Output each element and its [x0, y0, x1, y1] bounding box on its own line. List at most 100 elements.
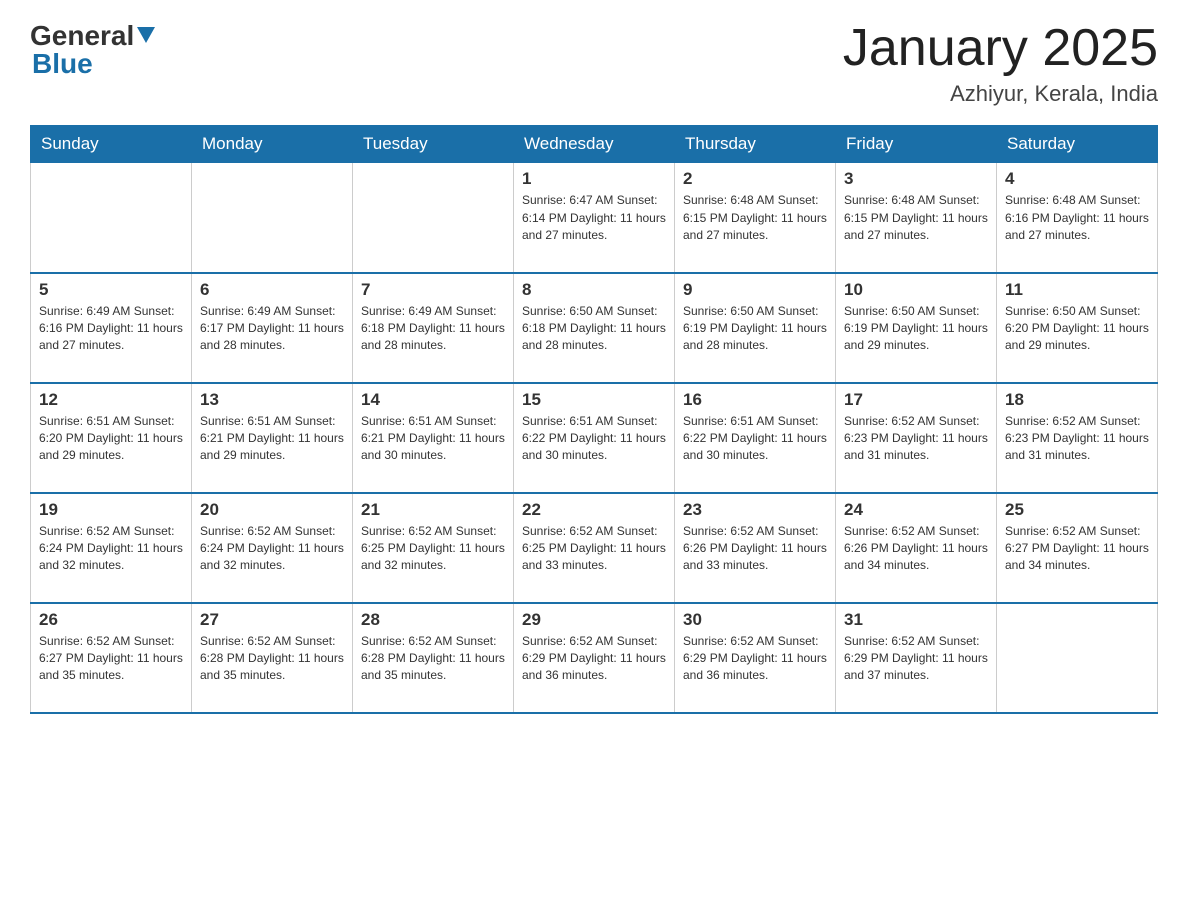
weekday-header-monday: Monday	[192, 126, 353, 163]
day-info: Sunrise: 6:52 AM Sunset: 6:29 PM Dayligh…	[683, 633, 827, 685]
day-info: Sunrise: 6:49 AM Sunset: 6:17 PM Dayligh…	[200, 303, 344, 355]
logo-triangle-icon	[137, 27, 155, 43]
day-number: 30	[683, 610, 827, 630]
calendar-cell: 29Sunrise: 6:52 AM Sunset: 6:29 PM Dayli…	[514, 603, 675, 713]
calendar-cell: 6 Sunrise: 6:49 AM Sunset: 6:17 PM Daylig…	[192, 273, 353, 383]
day-info: Sunrise: 6:47 AM Sunset: 6:14 PM Dayligh…	[522, 192, 666, 244]
title-area: January 2025 Azhiyur, Kerala, India	[843, 20, 1158, 107]
calendar-cell: 19 Sunrise: 6:52 AM Sunset: 6:24 PM Dayli…	[31, 493, 192, 603]
day-info: Sunrise: 6:52 AM Sunset: 6:25 PM Dayligh…	[522, 523, 666, 575]
weekday-header-row: SundayMondayTuesdayWednesdayThursdayFrid…	[31, 126, 1158, 163]
calendar-cell: 31Sunrise: 6:52 AM Sunset: 6:29 PM Dayli…	[836, 603, 997, 713]
calendar-cell: 30 Sunrise: 6:52 AM Sunset: 6:29 PM Dayli…	[675, 603, 836, 713]
calendar-week-row: 26 Sunrise: 6:52 AM Sunset: 6:27 PM Dayli…	[31, 603, 1158, 713]
weekday-header-wednesday: Wednesday	[514, 126, 675, 163]
day-info: Sunrise: 6:52 AM Sunset: 6:27 PM Dayligh…	[39, 633, 183, 685]
day-number: 28	[361, 610, 505, 630]
weekday-header-thursday: Thursday	[675, 126, 836, 163]
day-info: Sunrise: 6:52 AM Sunset: 6:24 PM Dayligh…	[200, 523, 344, 575]
calendar-cell: 2Sunrise: 6:48 AM Sunset: 6:15 PM Daylig…	[675, 163, 836, 273]
day-info: Sunrise: 6:52 AM Sunset: 6:23 PM Dayligh…	[1005, 413, 1149, 465]
day-number: 6	[200, 280, 344, 300]
logo: General Blue	[30, 20, 155, 80]
calendar-cell: 11 Sunrise: 6:50 AM Sunset: 6:20 PM Dayli…	[997, 273, 1158, 383]
calendar-table: SundayMondayTuesdayWednesdayThursdayFrid…	[30, 125, 1158, 714]
day-number: 27	[200, 610, 344, 630]
day-info: Sunrise: 6:51 AM Sunset: 6:21 PM Dayligh…	[361, 413, 505, 465]
day-number: 13	[200, 390, 344, 410]
day-number: 16	[683, 390, 827, 410]
day-info: Sunrise: 6:49 AM Sunset: 6:16 PM Dayligh…	[39, 303, 183, 355]
day-info: Sunrise: 6:48 AM Sunset: 6:15 PM Dayligh…	[683, 192, 827, 244]
day-info: Sunrise: 6:50 AM Sunset: 6:18 PM Dayligh…	[522, 303, 666, 355]
calendar-cell: 1 Sunrise: 6:47 AM Sunset: 6:14 PM Daylig…	[514, 163, 675, 273]
day-info: Sunrise: 6:52 AM Sunset: 6:27 PM Dayligh…	[1005, 523, 1149, 575]
day-info: Sunrise: 6:52 AM Sunset: 6:29 PM Dayligh…	[844, 633, 988, 685]
day-info: Sunrise: 6:50 AM Sunset: 6:19 PM Dayligh…	[844, 303, 988, 355]
calendar-week-row: 19 Sunrise: 6:52 AM Sunset: 6:24 PM Dayli…	[31, 493, 1158, 603]
day-number: 18	[1005, 390, 1149, 410]
calendar-cell: 3 Sunrise: 6:48 AM Sunset: 6:15 PM Daylig…	[836, 163, 997, 273]
calendar-week-row: 12 Sunrise: 6:51 AM Sunset: 6:20 PM Dayli…	[31, 383, 1158, 493]
calendar-cell: 15 Sunrise: 6:51 AM Sunset: 6:22 PM Dayli…	[514, 383, 675, 493]
calendar-cell: 20 Sunrise: 6:52 AM Sunset: 6:24 PM Dayli…	[192, 493, 353, 603]
calendar-cell: 14 Sunrise: 6:51 AM Sunset: 6:21 PM Dayli…	[353, 383, 514, 493]
calendar-cell: 22 Sunrise: 6:52 AM Sunset: 6:25 PM Dayli…	[514, 493, 675, 603]
day-number: 25	[1005, 500, 1149, 520]
calendar-cell: 12 Sunrise: 6:51 AM Sunset: 6:20 PM Dayli…	[31, 383, 192, 493]
day-info: Sunrise: 6:52 AM Sunset: 6:24 PM Dayligh…	[39, 523, 183, 575]
day-number: 17	[844, 390, 988, 410]
calendar-cell	[31, 163, 192, 273]
calendar-cell: 28 Sunrise: 6:52 AM Sunset: 6:28 PM Dayli…	[353, 603, 514, 713]
calendar-cell: 25 Sunrise: 6:52 AM Sunset: 6:27 PM Dayli…	[997, 493, 1158, 603]
header: General Blue January 2025 Azhiyur, Keral…	[30, 20, 1158, 107]
day-number: 7	[361, 280, 505, 300]
day-number: 3	[844, 169, 988, 189]
calendar-cell: 4 Sunrise: 6:48 AM Sunset: 6:16 PM Daylig…	[997, 163, 1158, 273]
day-info: Sunrise: 6:52 AM Sunset: 6:28 PM Dayligh…	[361, 633, 505, 685]
day-info: Sunrise: 6:51 AM Sunset: 6:22 PM Dayligh…	[683, 413, 827, 465]
calendar-cell: 13 Sunrise: 6:51 AM Sunset: 6:21 PM Dayli…	[192, 383, 353, 493]
day-number: 10	[844, 280, 988, 300]
calendar-week-row: 1 Sunrise: 6:47 AM Sunset: 6:14 PM Daylig…	[31, 163, 1158, 273]
day-number: 9	[683, 280, 827, 300]
day-info: Sunrise: 6:51 AM Sunset: 6:21 PM Dayligh…	[200, 413, 344, 465]
calendar-cell: 21Sunrise: 6:52 AM Sunset: 6:25 PM Dayli…	[353, 493, 514, 603]
calendar-cell: 9 Sunrise: 6:50 AM Sunset: 6:19 PM Daylig…	[675, 273, 836, 383]
day-info: Sunrise: 6:52 AM Sunset: 6:23 PM Dayligh…	[844, 413, 988, 465]
day-info: Sunrise: 6:51 AM Sunset: 6:20 PM Dayligh…	[39, 413, 183, 465]
day-info: Sunrise: 6:48 AM Sunset: 6:16 PM Dayligh…	[1005, 192, 1149, 244]
day-number: 15	[522, 390, 666, 410]
calendar-cell: 26 Sunrise: 6:52 AM Sunset: 6:27 PM Dayli…	[31, 603, 192, 713]
calendar-cell: 16 Sunrise: 6:51 AM Sunset: 6:22 PM Dayli…	[675, 383, 836, 493]
calendar-cell: 8 Sunrise: 6:50 AM Sunset: 6:18 PM Daylig…	[514, 273, 675, 383]
day-info: Sunrise: 6:50 AM Sunset: 6:19 PM Dayligh…	[683, 303, 827, 355]
day-number: 20	[200, 500, 344, 520]
day-number: 8	[522, 280, 666, 300]
day-info: Sunrise: 6:50 AM Sunset: 6:20 PM Dayligh…	[1005, 303, 1149, 355]
weekday-header-sunday: Sunday	[31, 126, 192, 163]
day-info: Sunrise: 6:49 AM Sunset: 6:18 PM Dayligh…	[361, 303, 505, 355]
month-title: January 2025	[843, 20, 1158, 77]
calendar-cell	[997, 603, 1158, 713]
day-info: Sunrise: 6:51 AM Sunset: 6:22 PM Dayligh…	[522, 413, 666, 465]
day-info: Sunrise: 6:48 AM Sunset: 6:15 PM Dayligh…	[844, 192, 988, 244]
day-number: 12	[39, 390, 183, 410]
calendar-cell: 18 Sunrise: 6:52 AM Sunset: 6:23 PM Dayli…	[997, 383, 1158, 493]
weekday-header-friday: Friday	[836, 126, 997, 163]
day-number: 19	[39, 500, 183, 520]
day-number: 22	[522, 500, 666, 520]
location-title: Azhiyur, Kerala, India	[843, 81, 1158, 107]
calendar-cell	[353, 163, 514, 273]
calendar-cell	[192, 163, 353, 273]
day-number: 1	[522, 169, 666, 189]
day-number: 14	[361, 390, 505, 410]
calendar-cell: 24Sunrise: 6:52 AM Sunset: 6:26 PM Dayli…	[836, 493, 997, 603]
day-number: 21	[361, 500, 505, 520]
day-info: Sunrise: 6:52 AM Sunset: 6:28 PM Dayligh…	[200, 633, 344, 685]
day-number: 26	[39, 610, 183, 630]
day-number: 4	[1005, 169, 1149, 189]
calendar-cell: 17 Sunrise: 6:52 AM Sunset: 6:23 PM Dayli…	[836, 383, 997, 493]
calendar-cell: 7 Sunrise: 6:49 AM Sunset: 6:18 PM Daylig…	[353, 273, 514, 383]
day-number: 11	[1005, 280, 1149, 300]
